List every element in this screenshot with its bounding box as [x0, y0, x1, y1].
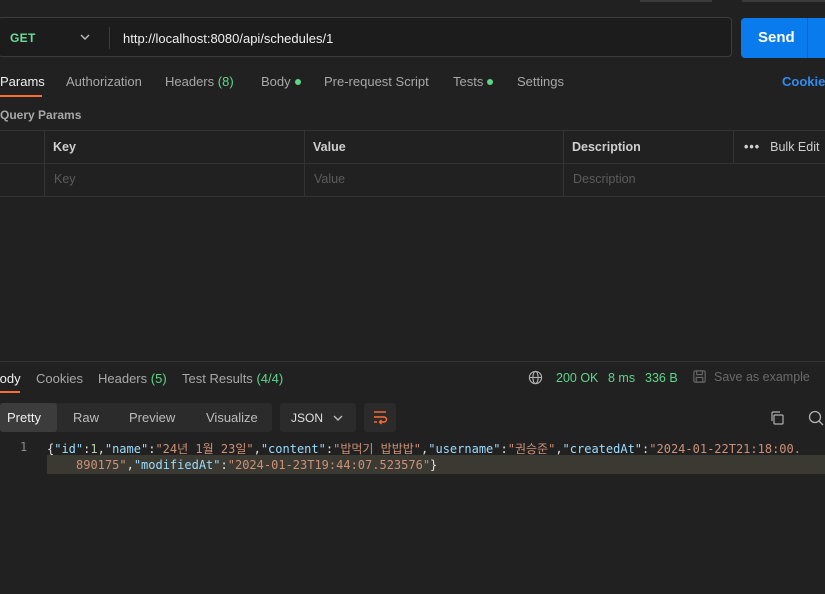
globe-icon[interactable]	[528, 370, 543, 385]
status-code[interactable]: 200 OK	[556, 371, 598, 385]
bulk-edit-label: Bulk Edit	[770, 140, 820, 154]
status-dot-icon	[487, 78, 494, 85]
tab-test-results[interactable]: Test Results (4/4)	[182, 371, 283, 386]
table-border	[0, 163, 825, 164]
tab-pre-request-script[interactable]: Pre-request Script	[324, 74, 429, 89]
json-key: "username"	[428, 442, 501, 456]
divider	[807, 18, 808, 58]
url-input[interactable]: http://localhost:8080/api/schedules/1	[123, 31, 333, 46]
format-pretty[interactable]: Pretty	[7, 410, 41, 425]
active-tab-indicator	[0, 391, 20, 393]
format-preview[interactable]: Preview	[129, 410, 175, 425]
tab-test-results-label: Test Results	[182, 371, 253, 386]
json-key: "modifiedAt"	[133, 458, 221, 472]
search-icon[interactable]	[808, 410, 825, 426]
description-input[interactable]: Description	[573, 172, 636, 186]
status-dot-icon	[294, 78, 301, 85]
column-header-value: Value	[313, 140, 346, 154]
column-header-description: Description	[572, 140, 641, 154]
response-headers-count: (5)	[150, 371, 167, 386]
value-input[interactable]: Value	[314, 172, 345, 186]
json-value: "밥먹기 밥밥밥"	[333, 442, 422, 456]
method-select[interactable]: GET	[10, 31, 36, 45]
json-key: "content"	[260, 442, 326, 456]
test-results-count: (4/4)	[256, 371, 284, 386]
table-border	[563, 131, 564, 196]
headers-count: (8)	[217, 74, 234, 89]
more-icon: •••	[744, 140, 761, 154]
line-number: 1	[20, 440, 28, 454]
table-border	[304, 131, 305, 196]
response-body-line[interactable]: {"id":1,"name":"24년 1월 23일","content":"밥…	[47, 440, 801, 457]
json-key: "id"	[54, 442, 84, 456]
top-toolbar-fragment	[640, 0, 712, 2]
cookies-link[interactable]: Cookies	[782, 74, 825, 89]
wrap-icon	[374, 411, 388, 425]
json-value: 1	[90, 442, 98, 456]
send-button-label: Send	[758, 29, 795, 46]
send-button[interactable]: Send	[741, 18, 825, 58]
query-params-title: Query Params	[0, 108, 82, 122]
tab-tests[interactable]: Tests	[453, 74, 494, 89]
response-time[interactable]: 8 ms	[608, 371, 635, 385]
wrap-lines-button[interactable]	[364, 403, 396, 432]
key-input[interactable]: Key	[54, 172, 76, 186]
tab-settings[interactable]: Settings	[517, 74, 564, 89]
bulk-edit-button[interactable]: ••• Bulk Edit	[744, 140, 819, 154]
column-header-key: Key	[53, 140, 76, 154]
tab-response-cookies[interactable]: Cookies	[36, 371, 83, 386]
divider	[109, 27, 110, 49]
tab-response-body[interactable]: Body	[0, 371, 21, 386]
json-key: "name"	[104, 442, 149, 456]
tab-tests-label: Tests	[453, 74, 484, 89]
format-visualize[interactable]: Visualize	[206, 410, 258, 425]
json-value: 890175"	[76, 458, 127, 472]
json-key: "createdAt"	[562, 442, 643, 456]
table-border	[0, 196, 825, 197]
json-value: "권승준"	[507, 442, 556, 456]
top-toolbar-fragment	[742, 0, 825, 2]
tab-headers-label: Headers	[165, 74, 215, 89]
json-value: "2024-01-22T21:18:00.	[649, 442, 801, 456]
tab-body-label: Body	[261, 74, 291, 89]
tab-body[interactable]: Body	[261, 74, 301, 89]
active-tab-indicator	[0, 95, 42, 97]
table-border	[44, 131, 45, 196]
format-raw[interactable]: Raw	[73, 410, 99, 425]
tab-response-headers-label: Headers	[98, 371, 148, 386]
save-icon	[692, 369, 707, 384]
tab-headers[interactable]: Headers (8)	[165, 74, 234, 89]
table-border	[733, 131, 734, 164]
tab-response-headers[interactable]: Headers (5)	[98, 371, 167, 386]
response-body-line-wrap[interactable]: 890175","modifiedAt":"2024-01-23T19:44:0…	[76, 458, 437, 472]
chevron-down-icon[interactable]	[80, 32, 90, 42]
tab-authorization[interactable]: Authorization	[66, 74, 142, 89]
tab-params[interactable]: Params	[0, 74, 45, 89]
chevron-down-icon	[333, 413, 343, 423]
save-as-example-button[interactable]: Save as example	[714, 370, 810, 384]
json-value: "2024-01-23T19:44:07.523576"	[227, 458, 431, 472]
response-size[interactable]: 336 B	[645, 371, 678, 385]
language-select-label: JSON	[291, 411, 324, 425]
copy-icon[interactable]	[769, 410, 785, 426]
json-value: "24년 1월 23일"	[155, 442, 254, 456]
table-border	[0, 130, 825, 131]
pane-divider[interactable]	[0, 361, 825, 362]
